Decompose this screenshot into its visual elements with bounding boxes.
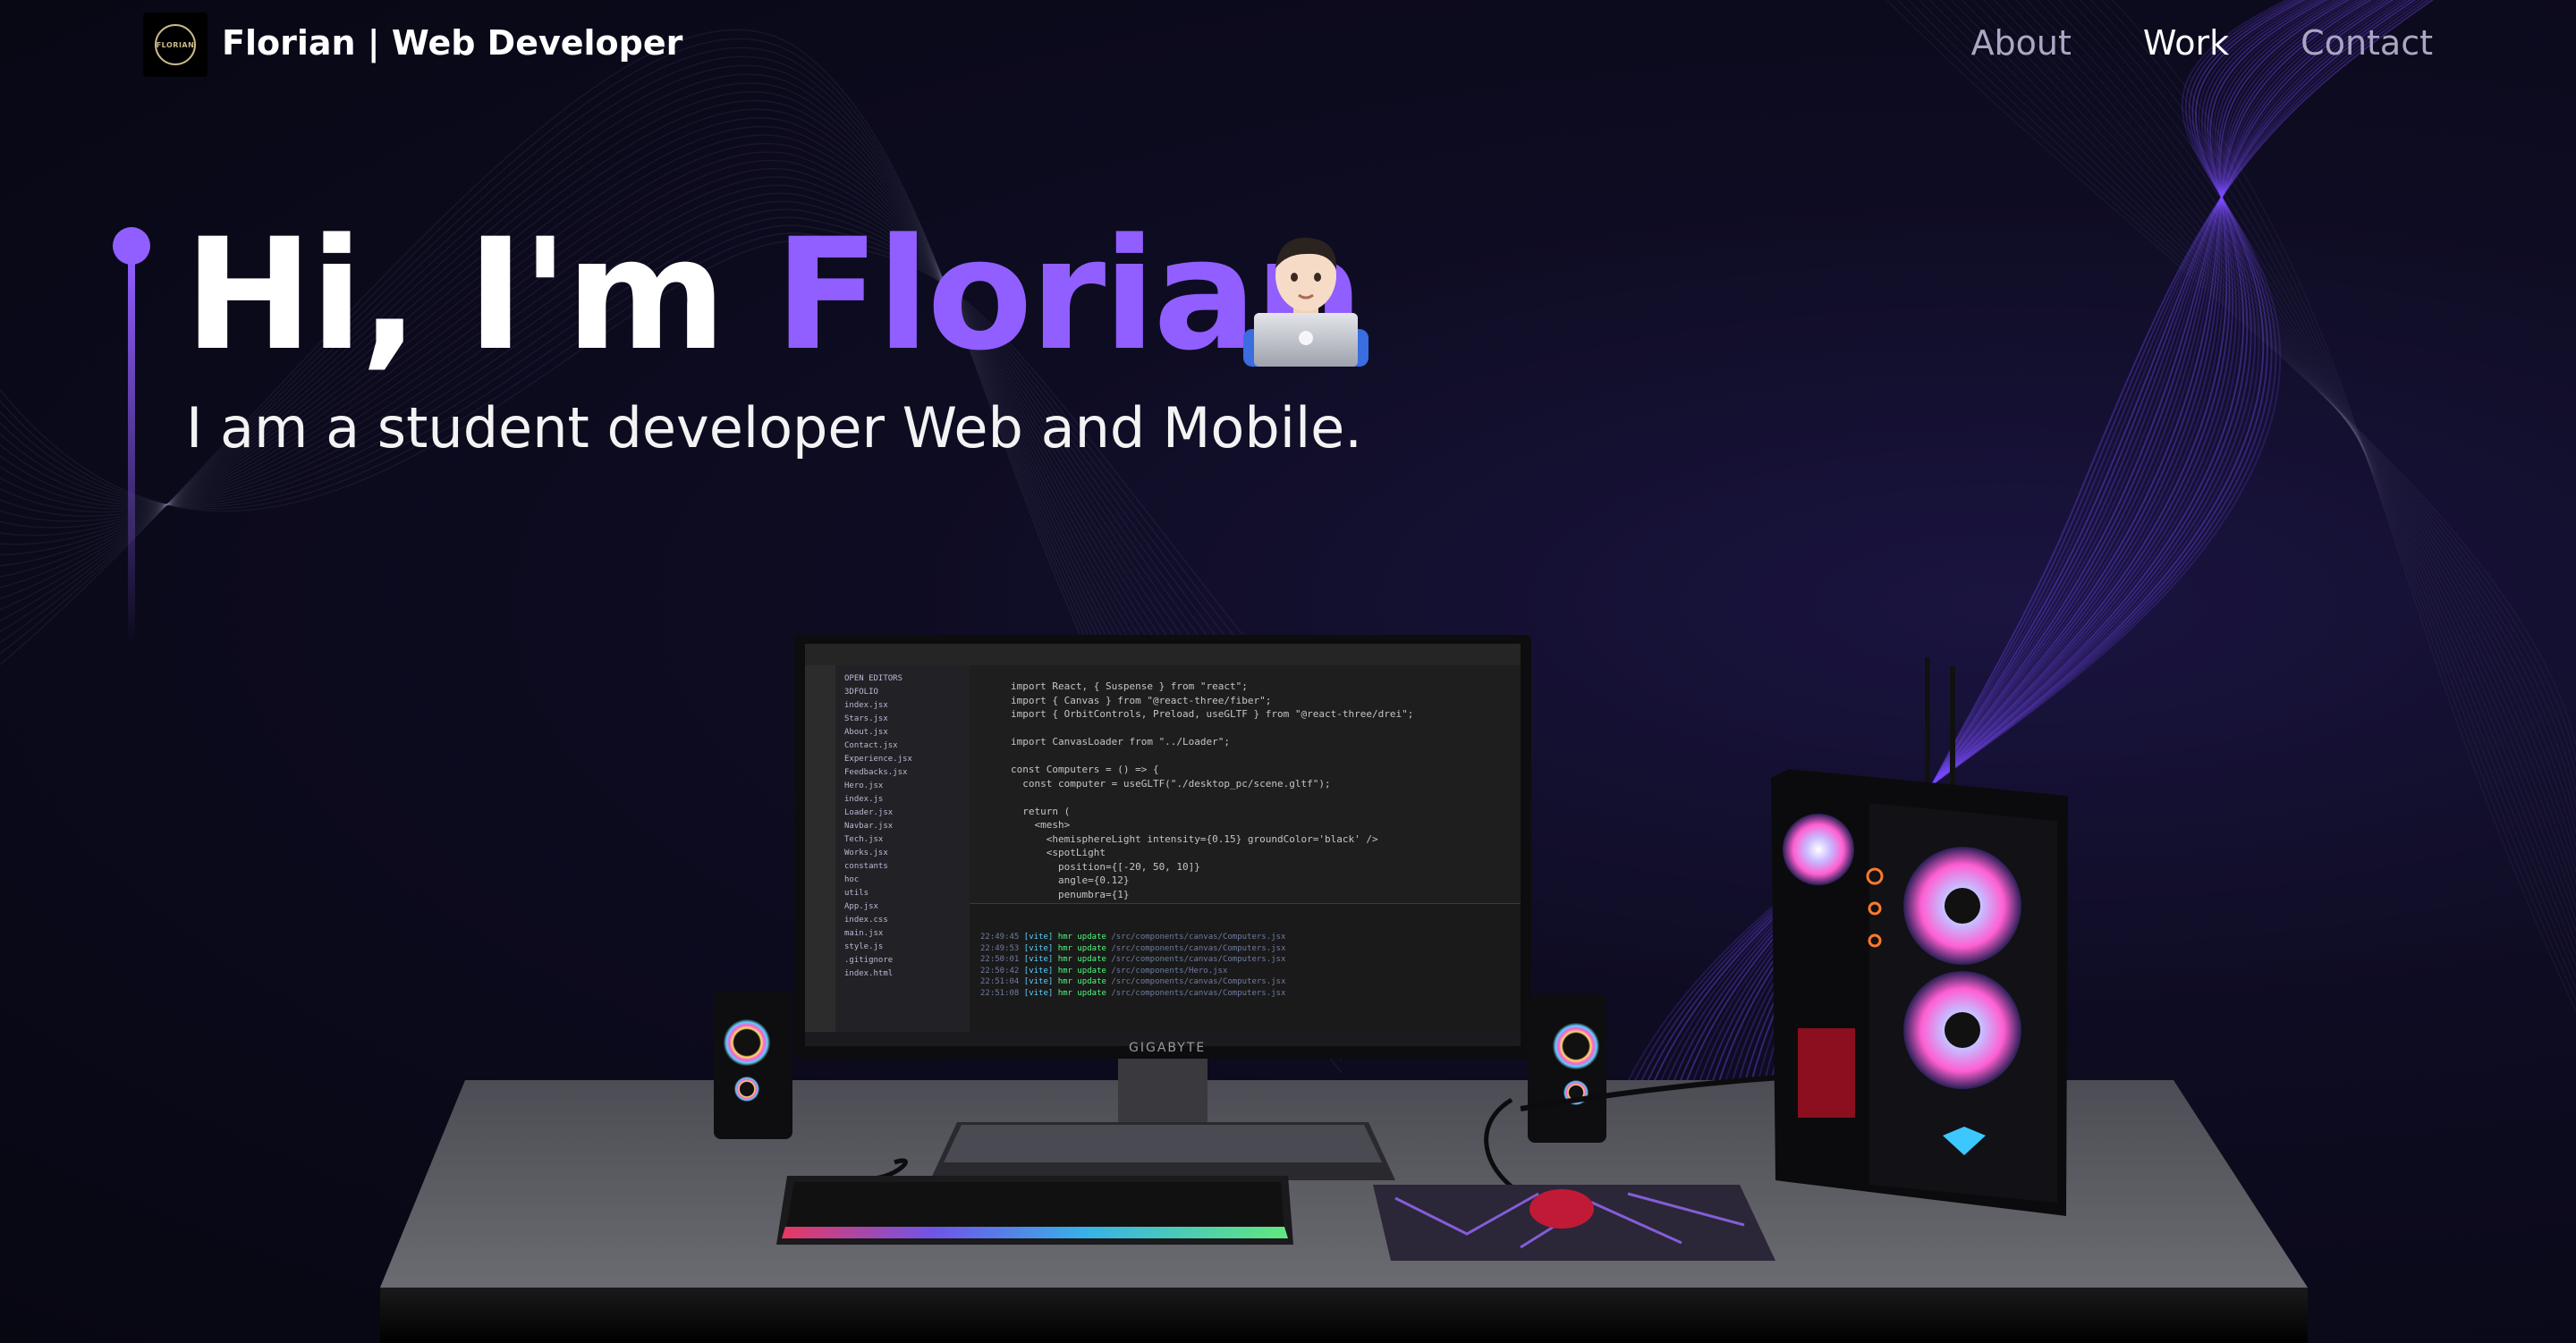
- file-tree: OPEN EDITORS 3DFOLIO index.jsx Stars.jsx…: [844, 674, 912, 978]
- mouse: [1530, 1189, 1594, 1229]
- pc-tower: [1771, 657, 2068, 1216]
- monitor-brand: GIGABYTE: [1129, 1041, 1207, 1055]
- activity-bar: [805, 665, 835, 1032]
- right-speaker: [1528, 994, 1606, 1143]
- portfolio-page: FLORIAN Florian | Web Developer About Wo…: [0, 0, 2576, 1343]
- monitor-screen: OPEN EDITORS 3DFOLIO index.jsx Stars.jsx…: [805, 644, 1521, 1046]
- keyboard: [776, 1176, 1293, 1245]
- left-speaker: [714, 991, 792, 1139]
- editor-tabs: [805, 644, 1521, 665]
- terminal-log: 22:49:45 [vite] hmr update /src/componen…: [980, 933, 1286, 998]
- code-editor: import React, { Suspense } from "react";…: [1011, 680, 1414, 900]
